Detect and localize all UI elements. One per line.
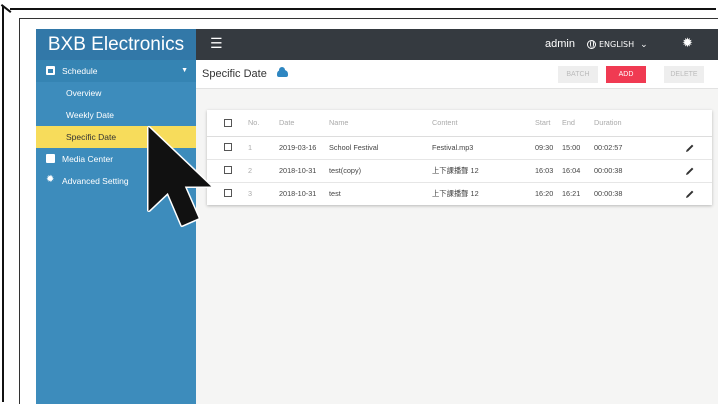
delete-button[interactable]: DELETE [664,66,704,83]
batch-button[interactable]: BATCH [558,66,598,83]
language-label: ENGLISH [599,40,635,49]
column-header-no: No. [248,118,260,127]
page-title: Specific Date [202,68,267,80]
table-row[interactable]: 3 2018-10-31 test 上下課播聲 12 16:20 16:21 0… [207,183,712,205]
cell-start: 16:20 [535,189,554,198]
column-header-date: Date [279,118,295,127]
table-row[interactable]: 1 2019-03-16 School Festival Festival.mp… [207,137,712,160]
edit-pencil-icon[interactable] [685,143,695,153]
cell-end: 15:00 [562,143,581,152]
schedule-table: No. Date Name Content Start End Duration… [207,110,712,205]
cell-end: 16:21 [562,189,581,198]
cell-end: 16:04 [562,166,581,175]
cell-no: 3 [248,189,253,198]
table-row[interactable]: 2 2018-10-31 test(copy) 上下課播聲 12 16:03 1… [207,160,712,183]
cell-content: Festival.mp3 [432,143,474,152]
hamburger-menu-icon[interactable]: ☰ [210,35,223,53]
sidebar-subitem-overview[interactable]: Overview [36,82,196,104]
cell-date: 2018-10-31 [279,166,317,175]
add-button[interactable]: ADD [606,66,646,83]
column-header-start: Start [535,118,551,127]
cloud-upload-icon[interactable] [277,67,288,77]
gear-icon: ✹ [46,174,55,185]
callout-frame-top [10,8,716,10]
cell-content: 上下課播聲 12 [432,166,479,175]
sidebar-item-label: Advanced Setting [62,176,129,186]
sidebar-item-label: Schedule [62,66,98,76]
sidebar-subitem-weekly-date[interactable]: Weekly Date [36,104,196,126]
cell-duration: 00:00:38 [594,166,623,175]
chevron-down-icon: ⌄ [640,39,648,50]
main-content: Specific Date BATCH ADD DELETE No. Date … [196,60,718,404]
cell-name: test(copy) [329,166,362,175]
screen-border-top [19,18,718,19]
callout-frame-left [2,6,4,402]
page-header: Specific Date BATCH ADD DELETE [196,60,718,89]
sidebar-item-schedule[interactable]: Schedule ▼ [36,60,196,82]
folder-icon [46,154,55,163]
cell-start: 16:03 [535,166,554,175]
language-selector[interactable]: ENGLISH ⌄ [587,29,648,60]
cell-duration: 00:02:57 [594,143,623,152]
app-window: BXB Electronics Schedule ▼ Overview Week… [36,29,718,404]
sidebar-item-label: Media Center [62,154,114,164]
table-header-row: No. Date Name Content Start End Duration [207,110,712,137]
cell-date: 2019-03-16 [279,143,317,152]
screen-border-left [19,18,20,404]
cell-no: 2 [248,166,253,175]
edit-pencil-icon[interactable] [685,166,695,176]
cell-no: 1 [248,143,253,152]
top-navbar: ☰ admin ENGLISH ⌄ ✹ [196,29,718,60]
settings-gear-icon[interactable]: ✹ [682,35,693,53]
globe-icon [587,40,596,49]
cell-duration: 00:00:38 [594,189,623,198]
caret-down-icon: ▼ [181,67,188,74]
calendar-icon [46,66,55,75]
column-header-duration: Duration [594,118,622,127]
cell-content: 上下課播聲 12 [432,189,479,198]
column-header-end: End [562,118,575,127]
cell-name: School Festival [329,143,379,152]
brand-logo: BXB Electronics [36,29,196,60]
cell-name: test [329,189,341,198]
mouse-pointer-icon [147,126,212,227]
column-header-name: Name [329,118,349,127]
edit-pencil-icon[interactable] [685,189,695,199]
user-name[interactable]: admin [545,29,575,60]
column-header-content: Content [432,118,458,127]
cell-date: 2018-10-31 [279,189,317,198]
cell-start: 09:30 [535,143,554,152]
